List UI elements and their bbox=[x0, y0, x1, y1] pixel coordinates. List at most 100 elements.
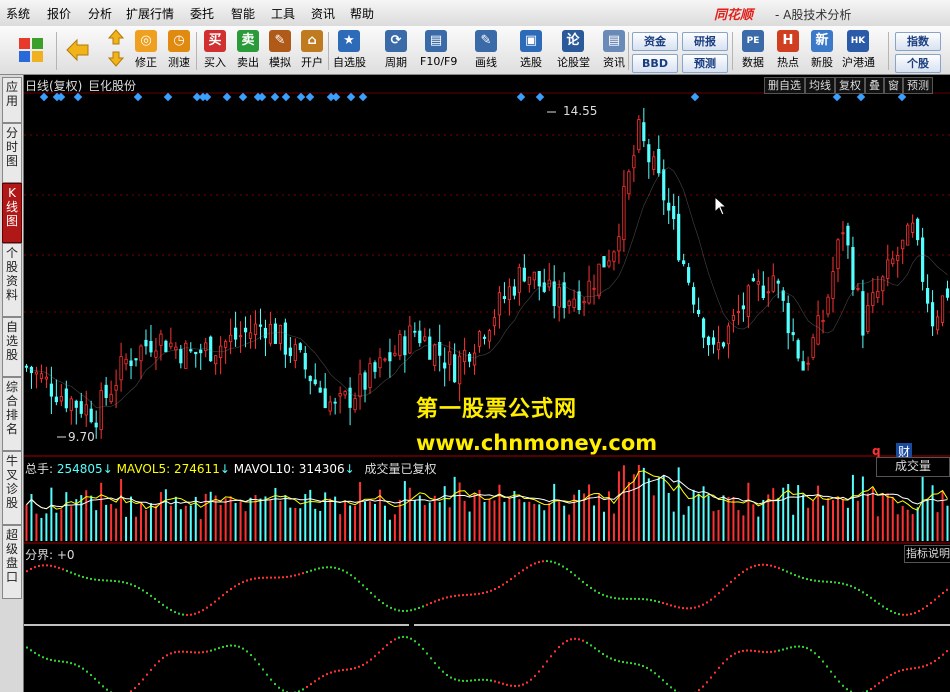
indicator-dot bbox=[746, 568, 748, 571]
indicator-dot bbox=[370, 658, 372, 661]
menu-item-4[interactable]: 委托 bbox=[190, 5, 214, 22]
layout-button[interactable] bbox=[14, 28, 48, 72]
candle-body bbox=[786, 303, 790, 334]
candle-body bbox=[921, 237, 925, 282]
indicator-dot bbox=[734, 577, 736, 580]
simulate-button[interactable]: ✎ 模拟 bbox=[264, 28, 296, 72]
capital-button[interactable]: 资金 bbox=[632, 32, 678, 51]
side-tab-7[interactable]: 超级盘口 bbox=[2, 525, 22, 599]
indicator-dot bbox=[386, 604, 388, 607]
indicator-dot bbox=[166, 606, 168, 609]
signal-marker-icon bbox=[39, 92, 49, 102]
chart-option-2[interactable]: 复权 bbox=[835, 77, 865, 94]
menu-item-0[interactable]: 系统 bbox=[6, 5, 30, 22]
indicator-dot bbox=[630, 662, 632, 665]
indicator-dot bbox=[930, 601, 932, 604]
side-tab-2[interactable]: K线图 bbox=[2, 183, 22, 243]
indicator-dot bbox=[402, 609, 404, 612]
period-button[interactable]: ⟳ 周期 bbox=[380, 28, 412, 72]
chart-canvas[interactable] bbox=[24, 75, 950, 692]
data-button[interactable]: PE 数据 bbox=[737, 28, 769, 72]
chart-option-3[interactable]: 叠 bbox=[865, 77, 884, 94]
indicator-help-button[interactable]: 指标说明 bbox=[904, 545, 950, 563]
side-tab-1[interactable]: 分时图 bbox=[2, 123, 22, 183]
candle-body bbox=[871, 292, 875, 306]
select-button[interactable]: ▣ 选股 bbox=[515, 28, 547, 72]
side-tab-4[interactable]: 自选股 bbox=[2, 317, 22, 377]
f10-button[interactable]: ▤ F10/F9 bbox=[420, 28, 457, 72]
volume-header: 总手: 254805↓ MAVOL5: 274611↓ MAVOL10: 314… bbox=[25, 460, 437, 477]
chart-option-0[interactable]: 删自选 bbox=[764, 77, 805, 94]
indicator-dot bbox=[246, 579, 248, 582]
menu-item-7[interactable]: 资讯 bbox=[311, 5, 335, 22]
menu-item-5[interactable]: 智能 bbox=[231, 5, 255, 22]
ipo-button[interactable]: 新新股 bbox=[806, 28, 838, 72]
hot-button[interactable]: H 热点 bbox=[772, 28, 804, 72]
select-label: 选股 bbox=[520, 56, 542, 69]
indicator-dot bbox=[650, 669, 652, 672]
menu-item-6[interactable]: 工具 bbox=[271, 5, 295, 22]
indicator-dot bbox=[478, 592, 480, 595]
watchlist-button[interactable]: ★ 自选股 bbox=[333, 28, 366, 72]
speed-button[interactable]: ◷ 测速 bbox=[163, 28, 195, 72]
candle-body bbox=[89, 408, 93, 423]
forecast-button[interactable]: 预测 bbox=[682, 54, 728, 73]
back-button[interactable] bbox=[62, 28, 92, 72]
indicator-dot bbox=[934, 598, 936, 601]
indicator-dot bbox=[746, 649, 748, 652]
indicator-dot bbox=[422, 647, 424, 650]
indicator-dot bbox=[50, 564, 52, 567]
buy-button[interactable]: 买买入 bbox=[199, 28, 231, 72]
indicator-dot bbox=[670, 604, 672, 607]
menu-item-8[interactable]: 帮助 bbox=[350, 5, 374, 22]
menu-item-2[interactable]: 分析 bbox=[88, 5, 112, 22]
draw-button[interactable]: ✎ 画线 bbox=[470, 28, 502, 72]
side-tab-0[interactable]: 应用 bbox=[2, 77, 22, 123]
index-button[interactable]: 指数 bbox=[895, 32, 941, 51]
page-down-button[interactable] bbox=[104, 50, 128, 70]
watermark-url: www.chnmoney.com bbox=[416, 431, 658, 455]
sell-button[interactable]: 卖卖出 bbox=[232, 28, 264, 72]
menu-item-1[interactable]: 报价 bbox=[47, 5, 71, 22]
news-button[interactable]: ▤ 资讯 bbox=[598, 28, 630, 72]
indicator-dot bbox=[910, 613, 912, 616]
indicator-dot bbox=[466, 593, 468, 596]
stock-name: 巨化股份 bbox=[88, 79, 137, 93]
indicator-dot bbox=[522, 683, 524, 686]
hk-button[interactable]: HK 沪港通 bbox=[842, 28, 875, 72]
menu-item-3[interactable]: 扩展行情 bbox=[126, 5, 174, 22]
q-label[interactable]: q bbox=[872, 444, 881, 458]
candle-body bbox=[398, 334, 402, 357]
forum-button[interactable]: 论论股堂 bbox=[557, 28, 590, 72]
chart-option-4[interactable]: 窗 bbox=[884, 77, 903, 94]
bbd-button[interactable]: BBD bbox=[632, 54, 678, 73]
indicator-dot bbox=[922, 665, 924, 668]
indicator-dot bbox=[922, 607, 924, 610]
indicator-dot bbox=[598, 650, 600, 653]
chart-option-1[interactable]: 均线 bbox=[805, 77, 835, 94]
side-tab-6[interactable]: 牛叉诊股 bbox=[2, 451, 22, 525]
volume-button[interactable]: 成交量 bbox=[876, 457, 950, 477]
indicator-dot bbox=[458, 679, 460, 682]
fix-button[interactable]: ◎ 修正 bbox=[130, 28, 162, 72]
indicator-dot bbox=[518, 684, 520, 687]
side-tab-5[interactable]: 综合排名 bbox=[2, 377, 22, 451]
ma-line bbox=[26, 167, 948, 408]
stock-button[interactable]: 个股 bbox=[895, 54, 941, 73]
chart-option-5[interactable]: 预测 bbox=[903, 77, 933, 94]
open-button[interactable]: ⌂ 开户 bbox=[296, 28, 328, 72]
candle-body bbox=[144, 339, 148, 347]
indicator-dot bbox=[898, 613, 900, 616]
candle-body bbox=[273, 323, 278, 344]
research-button[interactable]: 研报 bbox=[682, 32, 728, 51]
candle-body bbox=[413, 330, 417, 333]
page-up-button[interactable] bbox=[104, 28, 128, 48]
indicator-dot bbox=[230, 588, 232, 591]
indicator-dot bbox=[750, 649, 752, 652]
kline-chart[interactable]: 日线(复权) 巨化股份 删自选 均线 复权叠窗预测 14.55 9.70 第一股票公… bbox=[24, 75, 950, 692]
candle-body bbox=[622, 185, 626, 241]
indicator-dot bbox=[710, 676, 712, 679]
indicator-dot bbox=[422, 605, 424, 608]
side-tab-3[interactable]: 个股资料 bbox=[2, 243, 22, 317]
indicator-dot bbox=[378, 651, 380, 654]
